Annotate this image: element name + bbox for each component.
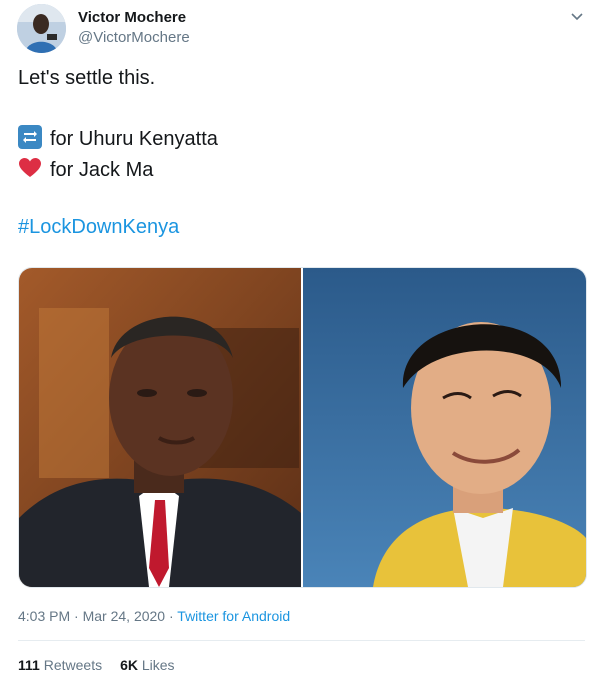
tweet-media[interactable] — [18, 267, 587, 588]
likes-count: 6K — [120, 657, 138, 673]
retweet-option-label: for Uhuru Kenyatta — [50, 128, 218, 150]
tweet-stats: 111 Retweets 6K Likes — [18, 657, 175, 673]
author-name[interactable]: Victor Mochere — [78, 9, 186, 26]
caret-down-icon[interactable] — [568, 8, 586, 26]
retweets-count: 111 — [18, 657, 40, 673]
retweets-stat[interactable]: 111 Retweets — [18, 657, 102, 673]
tweet-option-retweet: for Uhuru Kenyatta — [18, 125, 218, 151]
hashtag-link[interactable]: #LockDownKenya — [18, 215, 179, 239]
meta-separator: · — [165, 608, 178, 624]
heart-emoji-icon — [18, 156, 42, 180]
tweet-option-like: for Jack Ma — [18, 156, 153, 182]
tweet-date[interactable]: Mar 24, 2020 — [83, 608, 166, 624]
retweets-label: Retweets — [43, 657, 103, 673]
tweet-card: Victor Mochere @VictorMochere Let's sett… — [0, 0, 611, 688]
like-option-label: for Jack Ma — [50, 159, 154, 181]
media-image-left[interactable] — [19, 268, 301, 587]
tweet-source-link[interactable]: Twitter for Android — [177, 608, 290, 624]
tweet-meta: 4:03 PM · Mar 24, 2020 · Twitter for And… — [18, 608, 290, 624]
divider — [18, 640, 585, 641]
media-image-right[interactable] — [303, 268, 586, 587]
retweet-emoji-icon — [18, 125, 42, 149]
author-handle[interactable]: @VictorMochere — [78, 29, 190, 46]
tweet-time[interactable]: 4:03 PM — [18, 608, 70, 624]
tweet-text-line: Let's settle this. — [18, 67, 156, 89]
likes-stat[interactable]: 6K Likes — [120, 657, 174, 673]
avatar[interactable] — [17, 4, 66, 53]
meta-separator: · — [70, 608, 83, 624]
avatar-image — [17, 4, 66, 53]
likes-label: Likes — [141, 657, 175, 673]
